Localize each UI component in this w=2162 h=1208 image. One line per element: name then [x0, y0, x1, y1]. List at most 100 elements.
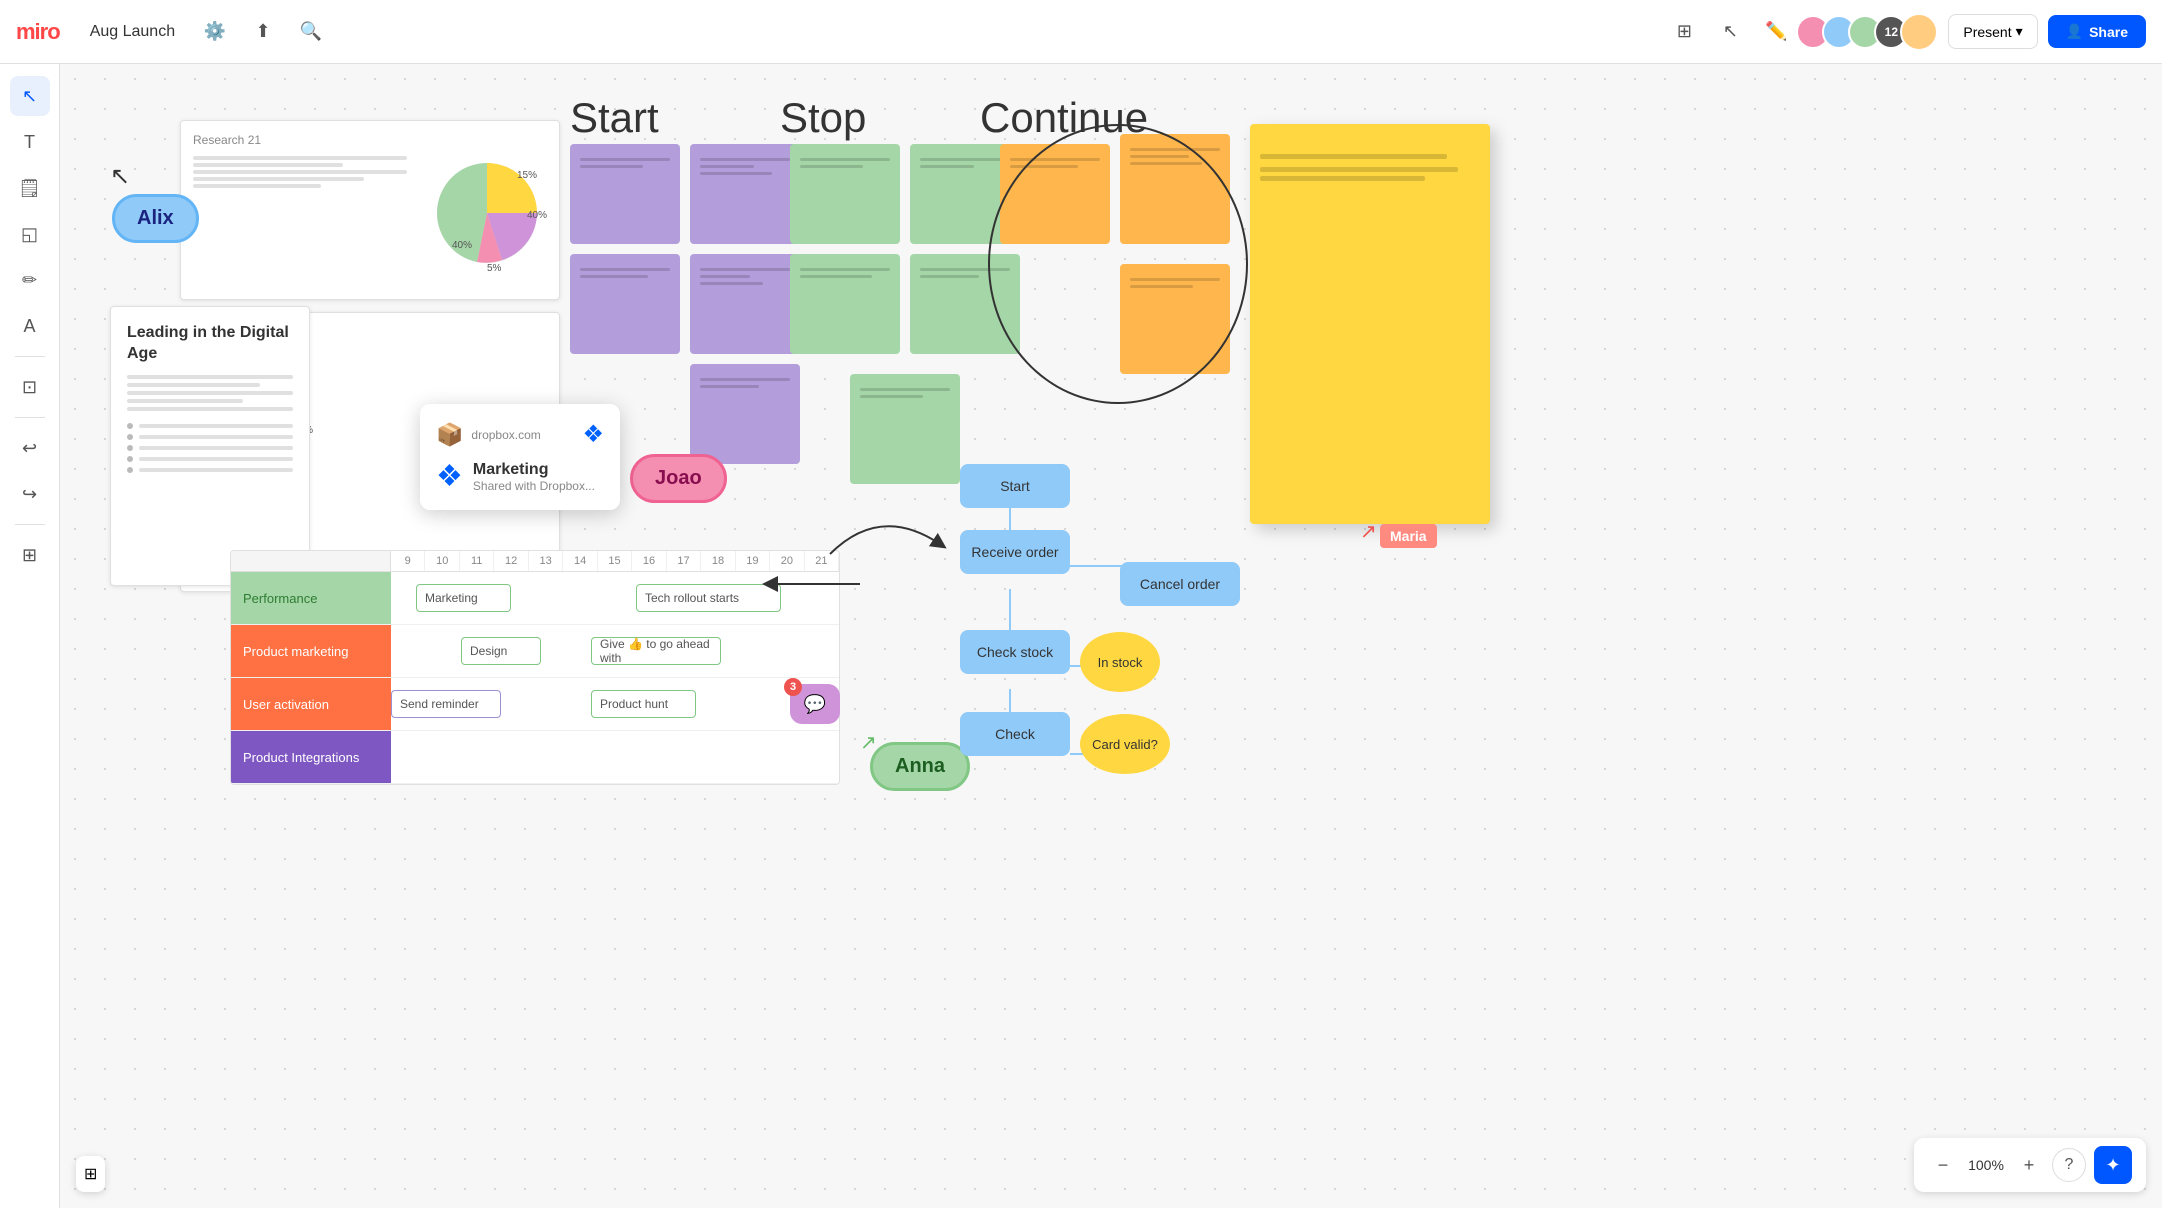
joao-bubble[interactable]: Joao — [630, 454, 727, 503]
sticky-stop-4[interactable] — [910, 254, 1020, 354]
gantt-row-product-marketing: Product marketing Design Give 👍 to go ah… — [231, 625, 839, 678]
gantt-body-user-activation[interactable]: Send reminder Product hunt — [391, 678, 839, 730]
gantt-label-performance: Performance — [231, 572, 391, 624]
gantt-label-product-integrations: Product Integrations — [231, 731, 391, 783]
gantt-body-performance[interactable]: Marketing Tech rollout starts — [391, 572, 839, 624]
enhance-button[interactable]: ✦ — [2094, 1146, 2132, 1184]
gantt-header-cells: 9 10 11 12 13 14 15 16 17 18 19 20 21 — [391, 551, 839, 571]
sticky-continue-2[interactable] — [1120, 134, 1230, 244]
research-card-1[interactable]: Research 21 15% — [180, 120, 560, 300]
gantt-bar-send-reminder[interactable]: Send reminder — [391, 690, 501, 718]
help-button[interactable]: ? — [2052, 1148, 2086, 1182]
flow-diamond-in-stock[interactable]: In stock — [1080, 632, 1160, 692]
dropbox-folder-icon: ❖ — [436, 459, 463, 494]
gantt-label-product-marketing: Product marketing — [231, 625, 391, 677]
sticky-stop-1[interactable] — [790, 144, 900, 244]
miro-logo[interactable]: miro — [16, 19, 60, 45]
select-icon[interactable]: ↖ — [1712, 14, 1748, 50]
flow-box-check-stock[interactable]: Check stock — [960, 630, 1070, 674]
zoom-in-button[interactable]: + — [2014, 1150, 2044, 1180]
svg-text:40%: 40% — [527, 210, 547, 221]
gantt-bar-design[interactable]: Design — [461, 637, 541, 665]
toolbar-separator-3 — [15, 524, 45, 525]
present-button[interactable]: Present ▾ — [1948, 14, 2037, 49]
flow-box-start[interactable]: Start — [960, 464, 1070, 508]
board-title[interactable]: Aug Launch — [80, 19, 185, 45]
toolbar-separator-1 — [15, 356, 45, 357]
cursor-alix: ↖ — [110, 162, 130, 191]
sticky-start-5[interactable] — [690, 364, 800, 464]
sticky-start-3[interactable] — [570, 254, 680, 354]
gantt-body-product-marketing[interactable]: Design Give 👍 to go ahead with — [391, 625, 839, 677]
svg-text:40%: 40% — [452, 240, 472, 251]
comment-bubble[interactable]: 💬 3 — [790, 684, 840, 724]
gantt-bar-give[interactable]: Give 👍 to go ahead with — [591, 637, 721, 665]
avatar-main — [1900, 13, 1938, 51]
redo-tool[interactable]: ↪ — [10, 474, 50, 514]
sticky-continue-3[interactable] — [1120, 264, 1230, 374]
cursor-tool[interactable]: ↖ — [10, 76, 50, 116]
dropbox-url: dropbox.com — [471, 428, 540, 442]
zoom-out-button[interactable]: − — [1928, 1150, 1958, 1180]
boards-tool[interactable]: ⊞ — [10, 535, 50, 575]
grid-icon[interactable]: ⊞ — [1666, 14, 1702, 50]
flow-box-cancel-order[interactable]: Cancel order — [1120, 562, 1240, 606]
sidebar-toggle-button[interactable]: ⊞ — [76, 1156, 105, 1192]
sticky-tool[interactable]: 🗒 — [10, 168, 50, 208]
gantt-label-user-activation: User activation — [231, 678, 391, 730]
gantt-bar-marketing[interactable]: Marketing — [416, 584, 511, 612]
dropbox-name: Marketing — [473, 461, 595, 479]
alix-bubble[interactable]: Alix — [112, 194, 199, 243]
gantt-row-user-activation: User activation Send reminder Product hu… — [231, 678, 839, 731]
gantt-row-performance: Performance Marketing Tech rollout start… — [231, 572, 839, 625]
left-toolbar: ↖ T 🗒 ◱ ✏ A ⊡ ↩ ↪ ⊞ — [0, 64, 60, 1208]
sticky-continue-1[interactable] — [1000, 144, 1110, 244]
gantt-row-product-integrations: Product Integrations — [231, 731, 839, 784]
sticky-start-4[interactable] — [690, 254, 800, 354]
dropbox-logo-icon: 📦 — [436, 422, 463, 448]
sticky-start-1[interactable] — [570, 144, 680, 244]
gantt-bar-product-hunt[interactable]: Product hunt — [591, 690, 696, 718]
comment-count-badge: 3 — [784, 678, 802, 696]
export-icon[interactable]: ⬆ — [245, 14, 281, 50]
pen-tool[interactable]: ✏ — [10, 260, 50, 300]
pen-icon[interactable]: ✏️ — [1758, 14, 1794, 50]
gantt-body-product-integrations[interactable] — [391, 731, 839, 783]
dropbox-sub: Shared with Dropbox... — [473, 479, 595, 493]
sticky-start-2[interactable] — [690, 144, 800, 244]
zoom-level-display: 100% — [1966, 1157, 2006, 1173]
doc-card[interactable]: Leading in the Digital Age — [110, 306, 310, 586]
settings-icon[interactable]: ⚙️ — [197, 14, 233, 50]
dropbox-icon: ❖ — [582, 420, 604, 449]
sidebar-icon: ⊞ — [84, 1166, 97, 1183]
text-tool[interactable]: T — [10, 122, 50, 162]
sticky-yellow-large[interactable] — [1250, 124, 1490, 524]
share-button[interactable]: 👤 Share — [2048, 15, 2146, 48]
canvas[interactable]: Start Stop Continue — [60, 64, 2162, 1208]
anna-bubble[interactable]: Anna — [870, 742, 970, 791]
flow-box-check[interactable]: Check — [960, 712, 1070, 756]
gantt-bar-tech-rollout[interactable]: Tech rollout starts — [636, 584, 781, 612]
undo-tool[interactable]: ↩ — [10, 428, 50, 468]
svg-text:5%: 5% — [487, 263, 502, 273]
gantt-chart[interactable]: 9 10 11 12 13 14 15 16 17 18 19 20 21 Pe… — [230, 550, 840, 785]
maria-label: Maria — [1380, 524, 1437, 548]
pie-chart-1: 15% 40% 40% 5% — [427, 153, 547, 273]
stop-column-header: Stop — [780, 94, 866, 142]
start-column-header: Start — [570, 94, 659, 142]
sticky-stop-3[interactable] — [790, 254, 900, 354]
zoom-controls: − 100% + ? ✦ — [1914, 1138, 2146, 1192]
flow-box-receive-order[interactable]: Receive order — [960, 530, 1070, 574]
enhance-icon: ✦ — [2105, 1155, 2120, 1176]
dropbox-popup[interactable]: 📦 dropbox.com ❖ ❖ Marketing Shared with … — [420, 404, 620, 510]
shapes-tool[interactable]: ◱ — [10, 214, 50, 254]
marker-tool[interactable]: A — [10, 306, 50, 346]
svg-text:15%: 15% — [517, 170, 537, 181]
comment-icon: 💬 — [804, 694, 826, 715]
sticky-stop-5[interactable] — [850, 374, 960, 484]
flow-diamond-card-valid[interactable]: Card valid? — [1080, 714, 1170, 774]
dropbox-header: 📦 dropbox.com ❖ — [436, 420, 604, 449]
search-icon[interactable]: 🔍 — [293, 14, 329, 50]
frame-tool[interactable]: ⊡ — [10, 367, 50, 407]
collaborators-avatars: 12 — [1804, 13, 1938, 51]
